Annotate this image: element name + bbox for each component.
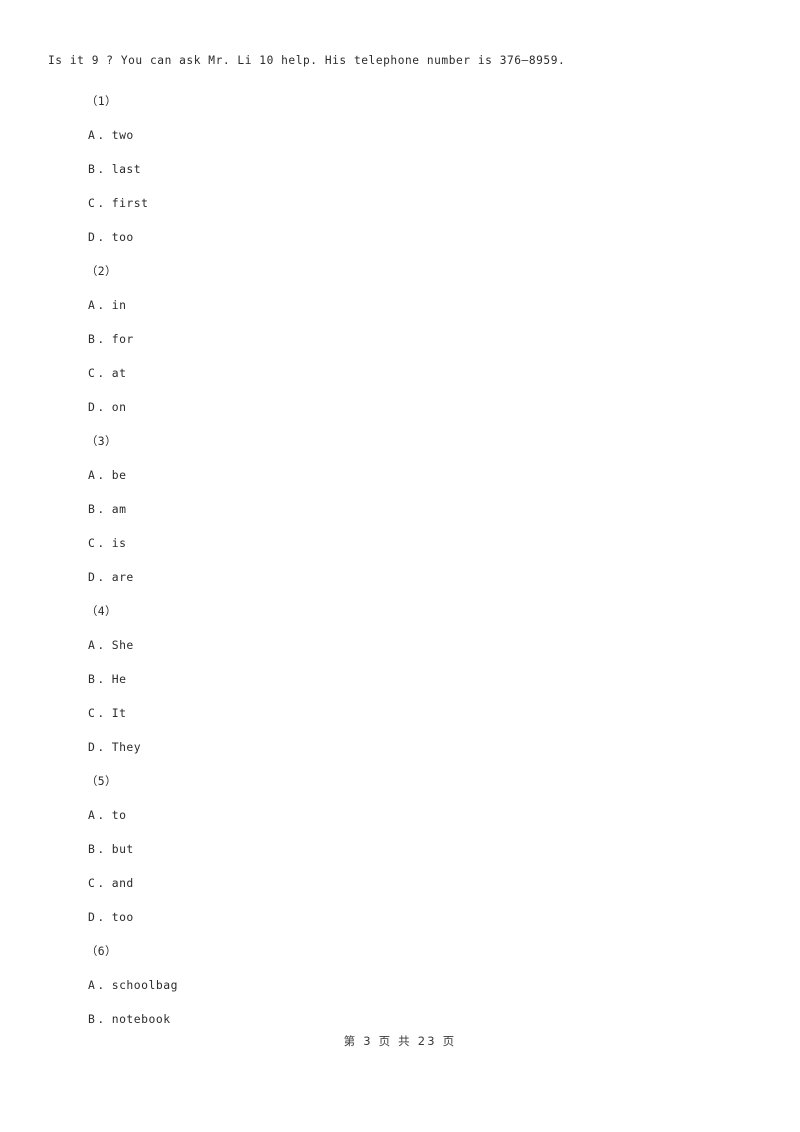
option-separator: . [97,230,105,244]
option-text: for [111,332,134,346]
option-text: notebook [111,1012,171,1026]
question-block: （6） A. schoolbag B. notebook [48,934,752,1036]
answer-option[interactable]: B. for [88,322,752,356]
option-separator: . [97,910,105,924]
option-text: He [111,672,127,686]
option-separator: . [97,536,105,550]
passage-text: Is it 9 ? You can ask Mr. Li 10 help. Hi… [48,54,566,67]
option-text: is [111,536,127,550]
answer-option[interactable]: D. on [88,390,752,424]
answer-option[interactable]: A. She [88,628,752,662]
question-number: （4） [86,604,117,618]
answer-option[interactable]: B. notebook [88,1002,752,1036]
answer-option[interactable]: D. are [88,560,752,594]
option-separator: . [97,128,105,142]
option-separator: . [97,162,105,176]
option-text: last [111,162,142,176]
answer-option[interactable]: A. be [88,458,752,492]
question-block: （5） A. to B. but C. and D. too [48,764,752,934]
document-page: Is it 9 ? You can ask Mr. Li 10 help. Hi… [0,0,800,1132]
answer-option[interactable]: B. last [88,152,752,186]
answer-option[interactable]: C. first [88,186,752,220]
answer-option[interactable]: C. at [88,356,752,390]
option-separator: . [97,400,105,414]
answer-option[interactable]: A. in [88,288,752,322]
option-text: and [111,876,134,890]
option-separator: . [97,502,105,516]
option-text: am [111,502,127,516]
question-block: （3） A. be B. am C. is D. are [48,424,752,594]
option-text: are [111,570,134,584]
answer-option[interactable]: A. two [88,118,752,152]
option-separator: . [97,366,105,380]
option-separator: . [97,876,105,890]
option-text: on [111,400,127,414]
answer-option[interactable]: D. too [88,900,752,934]
option-text: It [111,706,127,720]
option-text: to [111,808,127,822]
page-indicator: 第 3 页 共 23 页 [343,1034,457,1048]
option-separator: . [97,842,105,856]
option-text: first [111,196,149,210]
question-number: （6） [86,944,117,958]
option-text: They [111,740,142,754]
answer-option[interactable]: A. schoolbag [88,968,752,1002]
option-text: at [111,366,127,380]
option-separator: . [97,196,105,210]
option-text: in [111,298,127,312]
option-text: be [111,468,127,482]
question-number: （2） [86,264,117,278]
option-separator: . [97,332,105,346]
question-number: （3） [86,434,117,448]
option-separator: . [97,706,105,720]
option-separator: . [97,808,105,822]
question-number: （1） [86,94,117,108]
answer-option[interactable]: B. am [88,492,752,526]
answer-option[interactable]: C. It [88,696,752,730]
answer-option[interactable]: D. They [88,730,752,764]
answer-option[interactable]: A. to [88,798,752,832]
answer-option[interactable]: C. is [88,526,752,560]
option-text: but [111,842,134,856]
answer-option[interactable]: D. too [88,220,752,254]
option-separator: . [97,978,105,992]
option-separator: . [97,468,105,482]
option-separator: . [97,1012,105,1026]
answer-option[interactable]: B. He [88,662,752,696]
option-text: two [111,128,134,142]
questions-container: （1） A. two B. last C. first D. too （2） A. in B. for C.… [48,84,752,1036]
option-text: schoolbag [111,978,178,992]
answer-option[interactable]: B. but [88,832,752,866]
option-separator: . [97,740,105,754]
option-separator: . [97,570,105,584]
question-block: （1） A. two B. last C. first D. too [48,84,752,254]
option-separator: . [97,638,105,652]
option-separator: . [97,672,105,686]
question-block: （4） A. She B. He C. It D. They [48,594,752,764]
document-content: Is it 9 ? You can ask Mr. Li 10 help. Hi… [48,50,752,1036]
option-text: too [111,230,134,244]
question-block: （2） A. in B. for C. at D. on [48,254,752,424]
question-number: （5） [86,774,117,788]
option-text: She [111,638,134,652]
option-separator: . [97,298,105,312]
answer-option[interactable]: C. and [88,866,752,900]
option-text: too [111,910,134,924]
